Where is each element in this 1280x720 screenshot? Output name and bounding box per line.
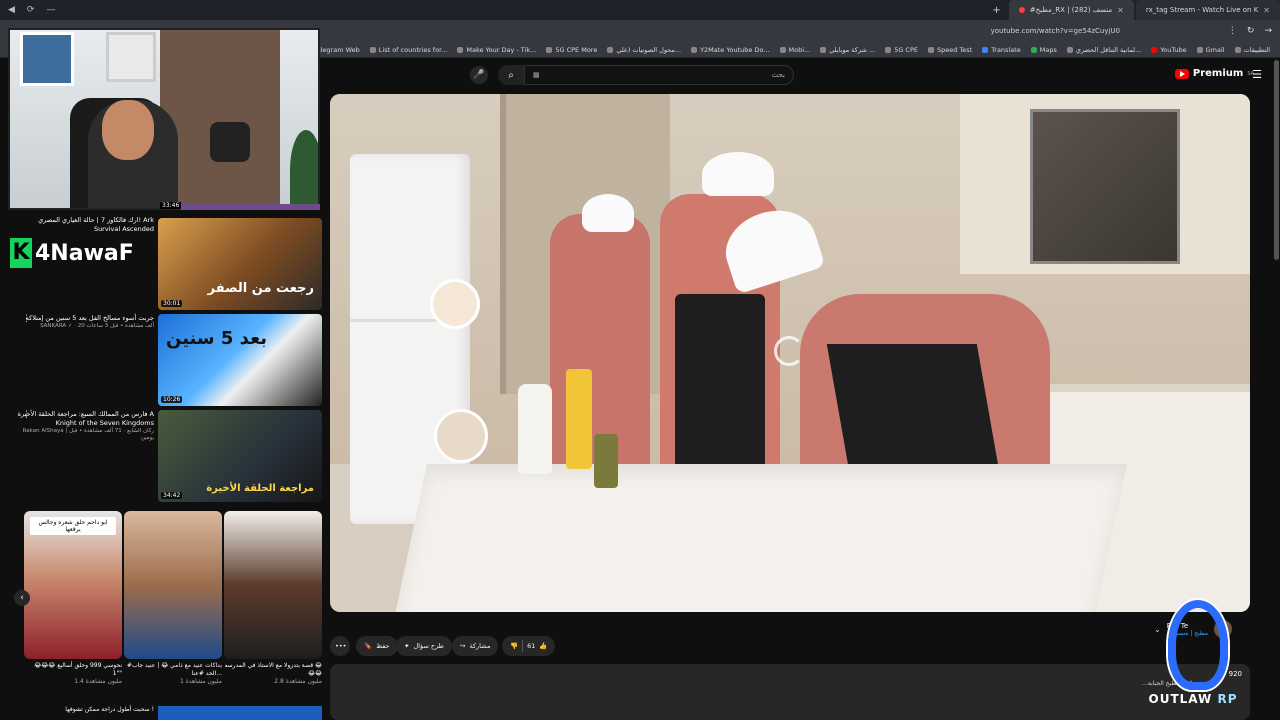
recommendation-title[interactable]: فارس من الممالك السبع: مراجعة الحلقة الأ… bbox=[10, 410, 154, 442]
chevron-left-icon[interactable]: ‹ bbox=[14, 590, 30, 606]
recommendation-thumbnail[interactable]: بعد 5 سنين 10:26 bbox=[158, 314, 322, 406]
progress-bar bbox=[180, 204, 320, 210]
more-button[interactable]: ••• bbox=[330, 636, 350, 656]
bookmark-icon: 🔖 bbox=[364, 642, 373, 650]
bookmark[interactable]: Make Your Day - Tik... bbox=[457, 46, 536, 54]
bookmark[interactable]: 5G CPE bbox=[885, 46, 918, 54]
description-box[interactable]: 920 ...كم المطبخ الجبابة bbox=[330, 664, 1250, 720]
kitchen-table bbox=[392, 464, 1128, 612]
bookmark[interactable]: شركة موبايلي ... bbox=[820, 46, 875, 54]
bookmark[interactable]: 5G CPE More bbox=[546, 46, 597, 54]
streamer-name: 4NawaF bbox=[35, 240, 134, 266]
recommendation-thumbnail[interactable] bbox=[158, 706, 322, 720]
bookmark[interactable]: YouTube bbox=[1151, 46, 1187, 54]
recommendation-thumbnail[interactable]: مراجعة الحلقة الأخيرة 34:42 bbox=[158, 410, 322, 502]
save-button[interactable]: 🔖 حفظ bbox=[356, 636, 398, 656]
search-value: ▦ bbox=[533, 71, 540, 79]
short-title[interactable]: نحوسي 999 وحلق أساليع 😂😂😂 "1" 1.4 مليون … bbox=[24, 662, 122, 686]
search-icon[interactable]: ⌕ bbox=[498, 65, 524, 85]
recommendation-title[interactable]: سحبت أطول دراجة ممكن تشوفها ! bbox=[10, 706, 154, 713]
like-icon[interactable]: 👍 bbox=[539, 642, 547, 650]
microphone-icon bbox=[210, 122, 250, 162]
share-button[interactable]: ↪ مشاركة bbox=[452, 636, 499, 656]
close-icon[interactable]: ✕ bbox=[1263, 6, 1270, 15]
short-title[interactable]: قصة بتدزولا مع الاستاذ في المدرسه 😂😂😂 2.… bbox=[224, 662, 322, 686]
outlaw-rp-watermark: OUTLAW RP bbox=[1138, 600, 1248, 712]
stream-timer: 33:46 bbox=[160, 202, 182, 209]
ask-button[interactable]: ✦ طرح سؤال bbox=[396, 636, 452, 656]
like-count: 61 bbox=[527, 642, 536, 650]
video-player[interactable] bbox=[330, 94, 1250, 612]
bookmark[interactable]: Y2Mate Youtube Do... bbox=[691, 46, 770, 54]
tab-label: rx_tag Stream - Watch Live on K bbox=[1145, 6, 1259, 14]
video-duration: 10:26 bbox=[161, 396, 183, 403]
bookmark[interactable]: محول الصوتيات (علي... bbox=[607, 46, 681, 54]
video-duration: 34:42 bbox=[161, 492, 183, 499]
bookmark[interactable]: Translate bbox=[982, 46, 1021, 54]
streamer-webcam bbox=[8, 28, 320, 210]
tab-label: #مطبخ_RX | منسف (282) bbox=[1029, 6, 1113, 14]
forward-icon[interactable]: → bbox=[1264, 26, 1272, 36]
sparkle-icon: ✦ bbox=[404, 642, 410, 650]
microphone-icon[interactable]: 🎤 bbox=[470, 66, 488, 84]
screen: ◀ ⟳ — rx_tag Stream - Watch Live on K ✕ … bbox=[0, 0, 1280, 720]
bookmark[interactable]: Maps bbox=[1030, 46, 1057, 54]
youtube-premium-logo[interactable]: Premium SA bbox=[1174, 68, 1254, 79]
url-text[interactable]: youtube.com/watch?v=ge54zCuyjU0 bbox=[991, 27, 1120, 35]
menu-icon[interactable]: ⋮ bbox=[1228, 26, 1237, 36]
chef-back bbox=[550, 214, 650, 464]
recommendation-thumbnail[interactable]: رجعت من الصفر 30:01 bbox=[158, 218, 322, 310]
search-input[interactable]: ▦ بحث bbox=[524, 65, 794, 85]
short-thumbnail[interactable] bbox=[224, 511, 322, 659]
outlaw-logo-icon bbox=[1168, 600, 1228, 690]
new-tab-icon[interactable]: + bbox=[986, 5, 1006, 16]
short-title[interactable]: #بداكات عنيد مع ذامي 😂 | عنيد جاب الحد #… bbox=[124, 662, 222, 686]
reload-icon[interactable]: ↻ bbox=[1247, 26, 1255, 36]
bookmark[interactable]: Gmail bbox=[1196, 46, 1225, 54]
recommendation-title[interactable]: ارك فالكاوز 7 | حالة الغياري المصري! Ark… bbox=[10, 216, 154, 234]
bookmark[interactable]: Speed Test bbox=[928, 46, 972, 54]
short-thumbnail[interactable]: ابو داحم حلق شعره وجالس يرقعها bbox=[24, 511, 122, 659]
back-icon[interactable]: ◀ bbox=[8, 5, 15, 15]
bookmark[interactable]: Mobi... bbox=[779, 46, 810, 54]
bookmark[interactable]: لمانية التناقل الحضري... bbox=[1066, 46, 1141, 54]
minimize-icon[interactable]: — bbox=[46, 5, 55, 15]
video-duration: 30:01 bbox=[161, 300, 183, 307]
tab-youtube-video[interactable]: #مطبخ_RX | منسف (282) ✕ bbox=[1008, 0, 1134, 20]
bookmark[interactable]: List of countries for... bbox=[369, 46, 447, 54]
youtube-header: 🎤 ⌕ ▦ بحث Premium SA ☰ bbox=[322, 60, 1280, 90]
close-icon[interactable]: ✕ bbox=[1117, 6, 1124, 15]
menu-icon[interactable]: ☰ bbox=[1252, 68, 1262, 81]
dislike-icon[interactable]: 👎 bbox=[510, 642, 518, 650]
search-placeholder: بحث bbox=[771, 71, 785, 79]
reload-icon[interactable]: ⟳ bbox=[27, 5, 35, 15]
recording-icon bbox=[1018, 7, 1025, 13]
loading-spinner-icon bbox=[774, 336, 804, 366]
kick-brand-overlay: K 4NawaF bbox=[10, 238, 134, 268]
scrollbar[interactable] bbox=[1274, 60, 1279, 260]
share-icon: ↪ bbox=[460, 642, 466, 650]
tab-kick-stream[interactable]: rx_tag Stream - Watch Live on K ✕ bbox=[1135, 0, 1280, 20]
recommendation-title[interactable]: جربت أسوء مسالخ الفل بعد 5 سنين من إمتلا… bbox=[10, 314, 154, 330]
bookmark[interactable]: التطبيقات bbox=[1234, 46, 1270, 54]
kick-logo-icon: K bbox=[10, 238, 32, 268]
browser-tab-bar: ◀ ⟳ — rx_tag Stream - Watch Live on K ✕ … bbox=[0, 0, 1280, 20]
short-thumbnail[interactable] bbox=[124, 511, 222, 659]
video-actions: ••• 🔖 حفظ ✦ طرح سؤال ↪ مشاركة 👎 61 👍 RX-… bbox=[330, 620, 1250, 658]
like-dislike-button[interactable]: 👎 61 👍 bbox=[502, 636, 556, 656]
youtube-play-icon bbox=[1174, 68, 1189, 79]
